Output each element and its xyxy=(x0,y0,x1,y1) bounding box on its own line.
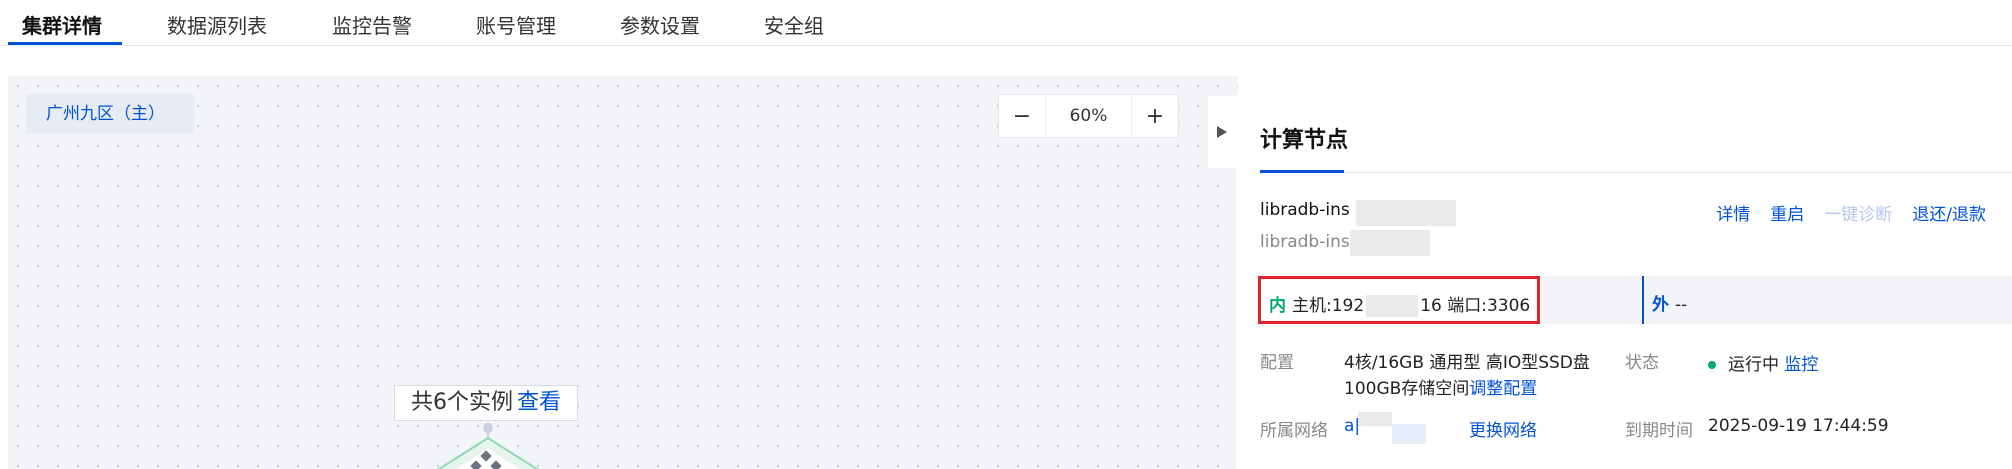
redacted-mask xyxy=(1350,230,1430,256)
zoom-out-button[interactable]: − xyxy=(999,95,1045,137)
status-label: 状态 xyxy=(1625,353,1659,373)
instance-topology-graphic[interactable] xyxy=(396,420,586,469)
network-divider xyxy=(1642,276,1644,324)
compute-node-panel: 计算节点 libradb-ins libradb-ins 详情 重启 一键诊断 … xyxy=(1236,94,2012,469)
instances-summary: 共6个实例 查看 xyxy=(394,385,578,421)
active-tab-indicator xyxy=(8,42,122,45)
tab-data-sources[interactable]: 数据源列表 xyxy=(167,10,267,39)
config-label: 配置 xyxy=(1260,353,1294,373)
expiry-label: 到期时间 xyxy=(1625,421,1693,441)
tab-bar: 集群详情 数据源列表 监控告警 账号管理 参数设置 安全组 xyxy=(0,0,2012,46)
redacted-mask xyxy=(1392,424,1426,444)
intranet-address-highlight: 内主机:192 16 端口:3306 xyxy=(1258,276,1540,324)
monitor-link[interactable]: 监控 xyxy=(1784,355,1818,375)
config-storage: 100GB存储空间调整配置 xyxy=(1344,374,1537,399)
node-name: libradb-ins xyxy=(1260,200,1350,220)
caret-right-icon xyxy=(1217,126,1227,138)
region-chip[interactable]: 广州九区（主） xyxy=(26,94,194,134)
tab-parameter-settings[interactable]: 参数设置 xyxy=(620,10,700,39)
intranet-tag: 内 xyxy=(1269,296,1286,316)
adjust-config-link[interactable]: 调整配置 xyxy=(1469,379,1537,399)
view-instances-link[interactable]: 查看 xyxy=(517,390,561,415)
panel-title: 计算节点 xyxy=(1260,128,1349,153)
collapse-panel-button[interactable] xyxy=(1208,96,1236,168)
tab-cluster-details[interactable]: 集群详情 xyxy=(22,10,102,39)
redacted-mask xyxy=(1366,295,1419,317)
change-network-link[interactable]: 更换网络 xyxy=(1469,416,1537,441)
network-label: 所属网络 xyxy=(1260,421,1328,441)
intranet-host-tail: 16 xyxy=(1420,296,1442,316)
extranet-tag: 外 xyxy=(1652,295,1669,315)
intranet-host: 主机:192 xyxy=(1292,296,1365,316)
instances-count: 共6个实例 xyxy=(410,390,513,415)
panel-divider xyxy=(1260,172,2012,173)
diagnose-link[interactable]: 一键诊断 xyxy=(1824,200,1892,225)
network-address-row: 内主机:192 16 端口:3306 外 -- xyxy=(1258,276,2012,324)
zoom-in-button[interactable]: + xyxy=(1132,95,1178,137)
restart-link[interactable]: 重启 xyxy=(1770,200,1804,225)
detail-link[interactable]: 详情 xyxy=(1716,200,1750,225)
config-storage-text: 100GB存储空间 xyxy=(1344,379,1470,399)
refund-link[interactable]: 退还/退款 xyxy=(1912,200,1986,225)
zoom-level: 60% xyxy=(1045,95,1132,137)
config-spec: 4核/16GB 通用型 高IO型SSD盘 xyxy=(1344,353,1590,373)
tab-account-management[interactable]: 账号管理 xyxy=(476,10,556,39)
expiry-value: 2025-09-19 17:44:59 xyxy=(1708,416,1889,436)
node-id: libradb-ins xyxy=(1260,232,1350,252)
tab-monitoring-alerts[interactable]: 监控告警 xyxy=(332,10,412,39)
redacted-mask xyxy=(1356,200,1456,226)
intranet-port: 端口:3306 xyxy=(1447,296,1531,316)
panel-title-indicator xyxy=(1260,170,1344,173)
redacted-mask xyxy=(1358,412,1392,426)
zoom-control: − 60% + xyxy=(998,94,1179,138)
tab-security-group[interactable]: 安全组 xyxy=(764,10,824,39)
status-value: 运行中 监控 xyxy=(1708,350,1818,375)
extranet-value: -- xyxy=(1675,295,1688,315)
status-dot-icon xyxy=(1708,361,1716,369)
node-actions: 详情 重启 一键诊断 退还/退款 xyxy=(1716,200,1986,225)
extranet-address: 外 -- xyxy=(1652,290,1687,315)
status-text: 运行中 xyxy=(1728,355,1779,375)
